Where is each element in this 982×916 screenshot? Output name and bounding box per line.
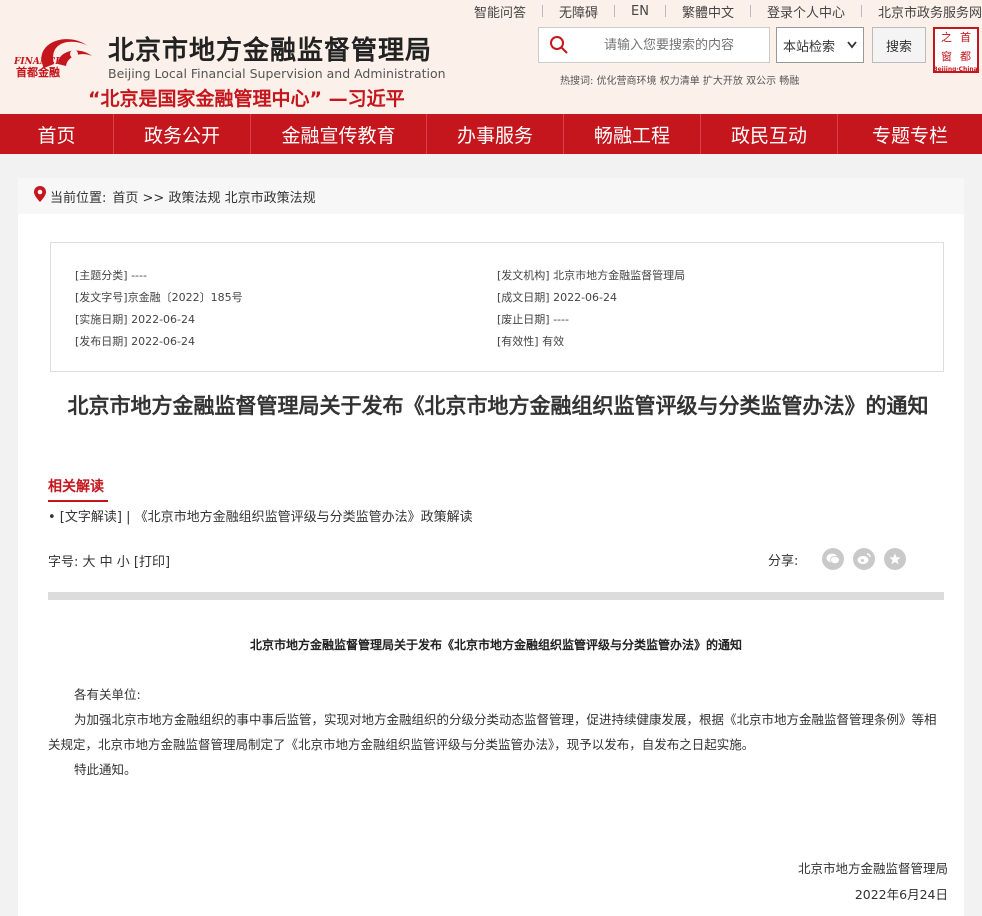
search-scope-value: 本站检索	[783, 39, 836, 55]
nav-item-interaction[interactable]: 政民互动	[701, 114, 838, 154]
location-pin-icon	[34, 186, 46, 206]
breadcrumb-path[interactable]: 首页 >> 政策法规 北京市政策法规	[112, 187, 315, 206]
search-scope-select[interactable]: 本站检索	[776, 27, 864, 63]
nav-item-changrong[interactable]: 畅融工程	[564, 114, 701, 154]
stamp-char: 之	[941, 31, 952, 44]
related-underline	[48, 500, 108, 502]
nav-item-special-topics[interactable]: 专题专栏	[838, 114, 982, 154]
font-size-controls[interactable]: 字号: 大 中 小 [打印]	[48, 551, 170, 570]
topbar-divider	[614, 5, 615, 17]
document-meta-table: [主题分类] ---- [发文字号]京金融〔2022〕185号 [实施日期] 2…	[50, 242, 944, 372]
related-item: • [文字解读] | 《北京市地方金融组织监管评级与分类监管办法》政策解读	[48, 506, 473, 525]
site-header: 智能问答 无障碍 EN 繁體中文 登录个人中心 北京市政务服务网 FINANCE…	[0, 0, 982, 114]
breadcrumb: 当前位置: 首页 >> 政策法规 北京市政策法规	[18, 178, 964, 214]
slogan: “北京是国家金融管理中心” —习近平	[88, 88, 405, 110]
nav-item-gov-affairs[interactable]: 政务公开	[114, 114, 251, 154]
topbar-divider	[541, 5, 543, 17]
topbar-link-gov-service[interactable]: 北京市政务服务网	[878, 2, 982, 21]
hot-search-words: 热搜词: 优化营商环境 权力清单 扩大开放 双公示 畅融	[560, 72, 799, 87]
meta-validity: [有效性] 有效	[497, 335, 565, 348]
weibo-icon[interactable]	[853, 548, 876, 570]
related-item-link[interactable]: 《北京市地方金融组织监管评级与分类监管办法》政策解读	[135, 510, 473, 525]
topbar-link-accessibility[interactable]: 无障碍	[559, 2, 598, 21]
search-area: 本站检索 搜索	[538, 27, 926, 63]
article-title: 北京市地方金融监督管理局关于发布《北京市地方金融组织监管评级与分类监管办法》的通…	[67, 394, 929, 418]
topbar-link-qa[interactable]: 智能问答	[474, 2, 526, 21]
document-title: 北京市地方金融监督管理局关于发布《北京市地方金融组织监管评级与分类监管办法》的通…	[249, 638, 742, 652]
topbar-link-login[interactable]: 登录个人中心	[767, 2, 845, 21]
qzone-icon[interactable]	[884, 548, 907, 570]
breadcrumb-label: 当前位置:	[50, 190, 107, 206]
chevron-down-icon	[847, 38, 857, 53]
topbar-link-traditional[interactable]: 繁體中文	[682, 2, 734, 21]
share-bar: 分享:	[768, 548, 907, 570]
meta-written-date: [成文日期] 2022-06-24	[497, 291, 618, 304]
topbar-link-english[interactable]: EN	[631, 4, 649, 19]
salutation: 各有关单位:	[74, 687, 141, 702]
content-divider	[48, 592, 944, 600]
nav-item-finance-education[interactable]: 金融宣传教育	[251, 114, 427, 154]
search-box	[538, 27, 770, 63]
related-heading: 相关解读	[48, 479, 104, 495]
hot-search-list[interactable]: 优化营商环境 权力清单 扩大开放 双公示 畅融	[597, 76, 800, 87]
body-paragraph: 为加强北京市地方金融组织的事中事后监管，实现对地方金融组织的分级分类动态监督管理…	[48, 712, 937, 752]
nav-item-services[interactable]: 办事服务	[427, 114, 564, 154]
finance-logo-icon[interactable]: FINANCE 首都金融	[14, 24, 102, 86]
related-item-tag: • [文字解读] |	[48, 510, 131, 525]
search-input[interactable]	[579, 37, 759, 53]
search-button[interactable]: 搜索	[872, 27, 926, 63]
top-utility-bar: 智能问答 无障碍 EN 繁體中文 登录个人中心 北京市政务服务网	[474, 0, 982, 22]
meta-publish-date: [发布日期] 2022-06-24	[75, 335, 196, 348]
main-area: 当前位置: 首页 >> 政策法规 北京市政策法规 [主题分类] ---- [发文…	[0, 154, 982, 916]
signature-date: 2022年6月24日	[854, 887, 948, 902]
signature-org: 北京市地方金融监督管理局	[797, 861, 948, 876]
hot-search-label: 热搜词:	[560, 76, 594, 87]
meta-issuing-body: [发文机构] 北京市地方金融监督管理局	[497, 269, 686, 282]
content-panel: 当前位置: 首页 >> 政策法规 北京市政策法规 [主题分类] ---- [发文…	[18, 178, 964, 916]
topbar-divider	[664, 5, 666, 17]
meta-doc-number: [发文字号]京金融〔2022〕185号	[75, 291, 243, 304]
meta-subject-category: [主题分类] ----	[75, 269, 147, 282]
search-icon	[539, 35, 579, 55]
logo-text-cn: 首都金融	[16, 65, 60, 79]
topbar-divider	[860, 5, 862, 17]
site-name-cn: 北京市地方金融监督管理局	[108, 36, 433, 66]
stamp-char: 首	[960, 31, 971, 44]
meta-effective-date: [实施日期] 2022-06-24	[75, 313, 196, 326]
topbar-divider	[749, 5, 751, 17]
meta-repeal-date: [废止日期] ----	[497, 313, 569, 326]
closing: 特此通知。	[74, 762, 137, 777]
wechat-icon[interactable]	[822, 548, 845, 570]
nav-item-home[interactable]: 首页	[0, 114, 114, 154]
site-name-en: Beijing Local Financial Supervision and …	[108, 66, 446, 81]
stamp-text-en: Beijing·China	[933, 66, 978, 73]
main-nav: 首页 政务公开 金融宣传教育 办事服务 畅融工程 政民互动 专题专栏	[0, 114, 982, 154]
share-label: 分享:	[768, 553, 799, 569]
